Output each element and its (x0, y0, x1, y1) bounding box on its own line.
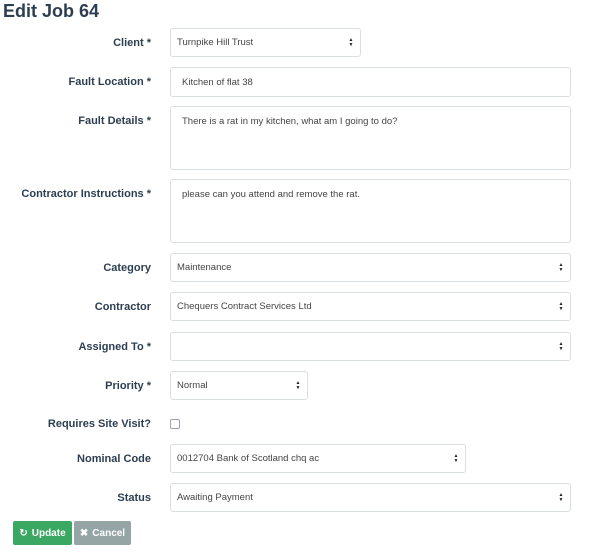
category-row: Category Maintenance ▲ ▼ (0, 253, 590, 282)
status-value: Awaiting Payment (177, 492, 253, 503)
select-arrows-icon: ▲ ▼ (558, 491, 564, 503)
client-select[interactable]: Turnpike Hill Trust ▲ ▼ (170, 28, 361, 57)
client-label: Client * (113, 37, 151, 49)
requires-site-visit-label: Requires Site Visit? (47, 418, 151, 430)
cancel-button-label: Cancel (92, 527, 126, 539)
priority-label: Priority * (105, 380, 151, 392)
fault-details-label: Fault Details * (78, 115, 151, 127)
category-label: Category (103, 262, 151, 274)
requires-site-visit-row: Requires Site Visit? (0, 416, 590, 432)
category-value: Maintenance (177, 262, 232, 273)
assigned-to-select[interactable]: ▲ ▼ (170, 332, 571, 361)
nominal-code-label: Nominal Code (77, 453, 151, 465)
fault-details-textarea[interactable]: There is a rat in my kitchen, what am I … (170, 106, 571, 170)
assigned-to-label: Assigned To * (78, 341, 151, 353)
nominal-code-value: 0012704 Bank of Scotland chq ac (177, 453, 320, 464)
cancel-button[interactable]: ✖ Cancel (74, 521, 131, 545)
select-arrows-icon: ▲ ▼ (558, 300, 564, 312)
select-arrows-icon: ▲ ▼ (558, 261, 564, 273)
category-select[interactable]: Maintenance ▲ ▼ (170, 253, 571, 282)
fault-location-value: Kitchen of flat 38 (182, 76, 253, 88)
update-button[interactable]: ↻ Update (13, 521, 72, 545)
status-label: Status (117, 492, 151, 504)
contractor-instructions-row: Contractor Instructions * please can you… (0, 179, 590, 243)
contractor-row: Contractor Chequers Contract Services Lt… (0, 292, 590, 321)
fault-location-label: Fault Location * (68, 76, 152, 88)
select-arrows-icon: ▲ ▼ (295, 379, 301, 391)
priority-select[interactable]: Normal ▲ ▼ (170, 371, 308, 400)
select-arrows-icon: ▲ ▼ (453, 452, 459, 464)
select-arrows-icon: ▲ ▼ (348, 36, 354, 48)
assigned-to-row: Assigned To * ▲ ▼ (0, 332, 590, 361)
fault-location-input[interactable]: Kitchen of flat 38 (170, 67, 571, 97)
client-value: Turnpike Hill Trust (177, 37, 254, 48)
fault-details-value: There is a rat in my kitchen, what am I … (182, 116, 398, 127)
refresh-icon: ↻ (19, 527, 28, 539)
close-icon: ✖ (79, 527, 89, 539)
fault-details-row: Fault Details * There is a rat in my kit… (0, 106, 590, 170)
contractor-instructions-label: Contractor Instructions * (21, 188, 151, 200)
status-row: Status Awaiting Payment ▲ ▼ (0, 483, 590, 512)
priority-value: Normal (177, 380, 208, 391)
fault-location-row: Fault Location * Kitchen of flat 38 (0, 67, 590, 97)
page-title: Edit Job 64 (3, 1, 100, 21)
contractor-instructions-textarea[interactable]: please can you attend and remove the rat… (170, 179, 571, 243)
contractor-instructions-value: please can you attend and remove the rat… (182, 189, 360, 200)
nominal-code-select[interactable]: 0012704 Bank of Scotland chq ac ▲ ▼ (170, 444, 466, 473)
contractor-select[interactable]: Chequers Contract Services Ltd ▲ ▼ (170, 292, 571, 321)
update-button-label: Update (31, 527, 66, 539)
contractor-label: Contractor (94, 301, 151, 313)
nominal-code-row: Nominal Code 0012704 Bank of Scotland ch… (0, 444, 590, 473)
client-row: Client * Turnpike Hill Trust ▲ ▼ (0, 28, 590, 57)
contractor-value: Chequers Contract Services Ltd (177, 301, 312, 312)
select-arrows-icon: ▲ ▼ (558, 340, 564, 352)
requires-site-visit-checkbox[interactable] (170, 419, 180, 429)
priority-row: Priority * Normal ▲ ▼ (0, 371, 590, 400)
status-select[interactable]: Awaiting Payment ▲ ▼ (170, 483, 571, 512)
